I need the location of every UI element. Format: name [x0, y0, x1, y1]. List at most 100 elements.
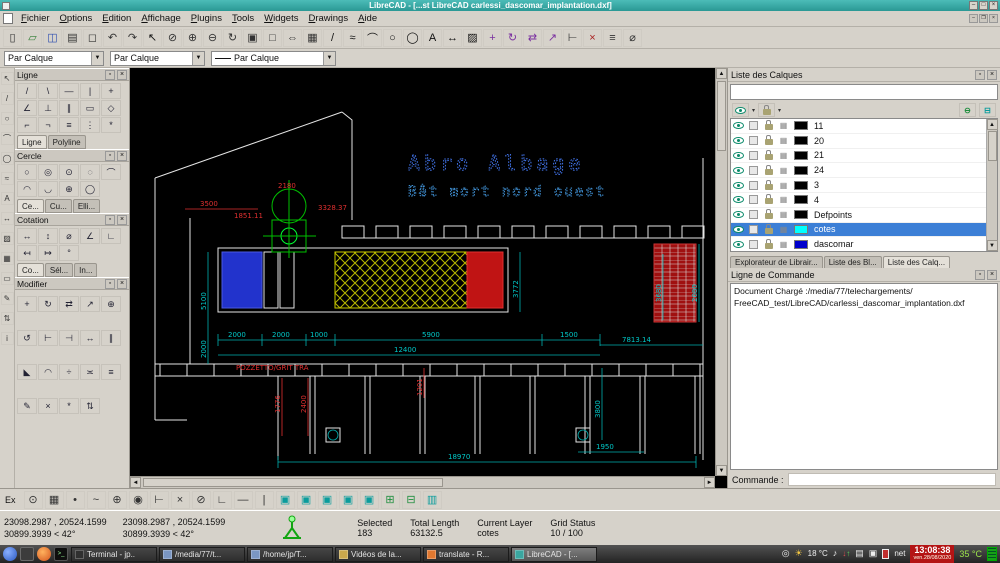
layer-print-icon[interactable]	[746, 195, 761, 204]
print-preview-icon[interactable]: ◻	[83, 29, 102, 47]
redo-icon[interactable]: ↷	[123, 29, 142, 47]
rail-dimension-icon[interactable]: ↔	[1, 212, 14, 225]
cotation-tool-icon[interactable]: ↦	[38, 245, 58, 261]
rail-circle-icon[interactable]: ○	[1, 112, 14, 125]
toggle-view-icon[interactable]: ▥	[423, 491, 442, 509]
zoom-out-alt-icon[interactable]: ⊟	[402, 491, 421, 509]
zoom-window-icon[interactable]: □	[263, 29, 282, 47]
layer-lock-icon[interactable]	[761, 121, 776, 130]
modifier-tool-icon[interactable]: ◠	[38, 364, 58, 380]
scroll-up-icon[interactable]: ▲	[987, 119, 998, 130]
chevron-down-icon[interactable]: ▾	[752, 107, 755, 114]
ligne-tool-icon[interactable]: ⋮	[80, 117, 100, 133]
ligne-tool-icon[interactable]: /	[17, 83, 37, 99]
layer-visible-icon[interactable]	[731, 211, 746, 218]
modifier-tool-icon[interactable]: ⇄	[59, 296, 79, 312]
layer-row[interactable]: ▦ Defpoints	[731, 208, 986, 223]
layer-construction-icon[interactable]: ▦	[776, 195, 791, 204]
layer-color-swatch[interactable]	[794, 136, 808, 145]
modifier-tool-icon[interactable]: ÷	[59, 364, 79, 380]
layer-row[interactable]: ▦ 4	[731, 193, 986, 208]
zoom-in-alt-icon[interactable]: ⊞	[381, 491, 400, 509]
select-pointer-icon[interactable]: ↖	[143, 29, 162, 47]
restrict-vertical-icon[interactable]: |	[255, 491, 274, 509]
cercle-tool-icon[interactable]: ◎	[38, 164, 58, 180]
restrict-nothing-icon[interactable]: ⊘	[192, 491, 211, 509]
rail-modify-icon[interactable]: ✎	[1, 292, 14, 305]
layer-color-swatch[interactable]	[794, 121, 808, 130]
layer-name[interactable]: 20	[811, 136, 824, 146]
modifier-tool-icon[interactable]: ↻	[38, 296, 58, 312]
new-file-icon[interactable]: ▯	[3, 29, 22, 47]
dock-float-icon[interactable]: ▫	[105, 215, 115, 225]
ligne-tool-icon[interactable]: |	[80, 83, 100, 99]
layer-row[interactable]: ▦ 24	[731, 163, 986, 178]
layer-visible-icon[interactable]	[731, 137, 746, 144]
layer-lock-icon[interactable]	[761, 151, 776, 160]
scroll-down-icon[interactable]: ▼	[716, 465, 727, 476]
taskbar-window-button[interactable]: Vidéos de la...	[335, 547, 421, 562]
layer-color-swatch[interactable]	[794, 151, 808, 160]
vscroll-thumb[interactable]	[717, 81, 726, 151]
snap-center-icon[interactable]: ⊕	[108, 491, 127, 509]
pen-width-combo[interactable]: Par Calque ▼	[110, 51, 205, 66]
polyline-tool-icon[interactable]: ≈	[343, 29, 362, 47]
snap-free-icon[interactable]: ⊙	[24, 491, 43, 509]
deselect-icon[interactable]: ⊘	[163, 29, 182, 47]
pen-linetype-combo[interactable]: Par Calque ▼	[211, 51, 336, 66]
cercle-tool-icon[interactable]: ⌒	[101, 164, 121, 180]
modifier-tool-icon[interactable]: ≡	[101, 364, 121, 380]
zoom-in-icon[interactable]: ⊕	[183, 29, 202, 47]
hscroll-thumb[interactable]	[143, 478, 443, 487]
layer-lock-icon[interactable]	[761, 195, 776, 204]
cotation-tool-icon[interactable]: ∟	[101, 228, 121, 244]
snap-grid-icon[interactable]: ▦	[45, 491, 64, 509]
hatch-tool-icon[interactable]: ▨	[463, 29, 482, 47]
dock-float-icon[interactable]: ▫	[975, 70, 985, 80]
dock-close-icon[interactable]: ×	[987, 70, 997, 80]
layer-color-swatch[interactable]	[794, 166, 808, 175]
layer-name[interactable]: 21	[811, 150, 824, 160]
layer-row[interactable]: ▦ 21	[731, 149, 986, 164]
arc-tool-icon[interactable]: ⌒	[363, 29, 382, 47]
dock-float-icon[interactable]: ▫	[975, 270, 985, 280]
scroll-up-icon[interactable]: ▲	[716, 68, 727, 79]
terminal-icon[interactable]: >_	[54, 547, 68, 561]
ligne-tool-icon[interactable]: \	[38, 83, 58, 99]
layer-lock-icon[interactable]	[761, 240, 776, 249]
mdi-close-icon[interactable]: ×	[989, 14, 998, 23]
palette-tab[interactable]: In...	[74, 263, 97, 277]
rail-text-icon[interactable]: A	[1, 192, 14, 205]
app-launcher-icon[interactable]	[20, 547, 34, 561]
cotation-tool-icon[interactable]: °	[59, 245, 79, 261]
taskbar-window-button[interactable]: /home/jp/T...	[247, 547, 333, 562]
cercle-tool-icon[interactable]: ⊕	[59, 181, 79, 197]
modifier-tool-icon[interactable]: ✎	[17, 398, 37, 414]
dock-tab[interactable]: Liste des Calq...	[883, 256, 950, 268]
trim-icon[interactable]: ⊢	[563, 29, 582, 47]
palette-tab[interactable]: Ligne	[17, 135, 47, 149]
layer-lock-icon[interactable]	[761, 136, 776, 145]
menu-item[interactable]: Affichage	[136, 12, 185, 25]
palette-tab[interactable]: Ce...	[17, 199, 44, 213]
dock-float-icon[interactable]: ▫	[105, 70, 115, 80]
cotation-tool-icon[interactable]: ↕	[38, 228, 58, 244]
canvas-hscrollbar[interactable]: ◄ ►	[130, 476, 715, 488]
draft-view-icon-2[interactable]: ▣	[297, 491, 316, 509]
layer-visible-icon[interactable]	[731, 241, 746, 248]
dock-float-icon[interactable]: ▫	[105, 279, 115, 289]
scroll-left-icon[interactable]: ◄	[130, 477, 141, 488]
cercle-tool-icon[interactable]: ◠	[17, 181, 37, 197]
canvas-vscrollbar[interactable]: ▲ ▼	[715, 68, 727, 476]
palette-tab[interactable]: Polyline	[48, 135, 86, 149]
show-all-layers-button[interactable]	[732, 103, 749, 117]
cercle-tool-icon[interactable]: ○	[17, 164, 37, 180]
dock-close-icon[interactable]: ×	[117, 279, 127, 289]
palette-tab[interactable]: Co...	[17, 263, 44, 277]
draft-view-icon-3[interactable]: ▣	[318, 491, 337, 509]
palette-tab[interactable]: Cu...	[45, 199, 72, 213]
zoom-auto-icon[interactable]: ▣	[243, 29, 262, 47]
restrict-horizontal-icon[interactable]: —	[234, 491, 253, 509]
modifier-tool-icon[interactable]: ◣	[17, 364, 37, 380]
layer-row[interactable]: ▦ 11	[731, 119, 986, 134]
